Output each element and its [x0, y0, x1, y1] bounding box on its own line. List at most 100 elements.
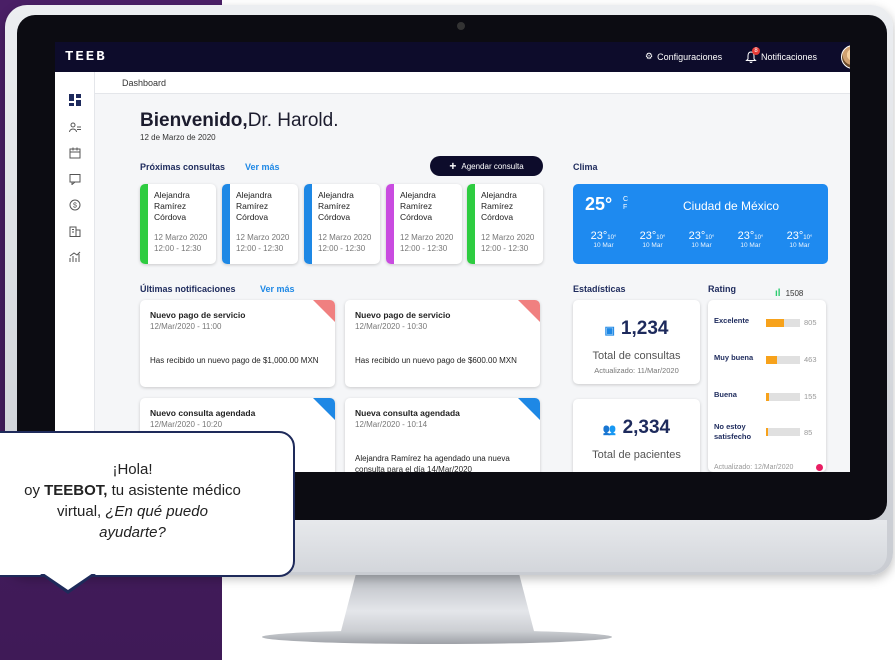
rating-updated: Actualizado: 12/Mar/2020 — [714, 464, 794, 471]
top-navigation-bar: TEEB ⚙ Configuraciones 8 Notificaciones — [55, 42, 850, 72]
appointment-patient-name: Alejandra Ramírez Córdova — [318, 190, 354, 222]
forecast-date: 10 Mar — [593, 242, 614, 249]
bell-icon: 8 — [745, 47, 760, 63]
notification-card[interactable]: Nuevo pago de servicio 12/Mar/2020 - 10:… — [345, 300, 540, 387]
appointments-see-more-link[interactable]: Ver más — [245, 162, 280, 172]
forecast-low: 10° — [705, 235, 715, 241]
forecast-high: 23° — [786, 230, 804, 242]
appointment-datetime: 12 Marzo 2020 12:00 - 12:30 — [236, 232, 289, 254]
rating-card: Excelente 805 Muy buena 463 Buena 155 No… — [708, 300, 826, 472]
chatbot-speech-bubble[interactable]: ¡Hola! oy TEEBOT, tu asistente médico vi… — [0, 431, 295, 577]
bubble-line-3: virtual, ¿En qué puedo — [0, 501, 293, 522]
notification-body: Has recibido un nuevo pago de $1,000.00 … — [150, 356, 319, 365]
appointment-patient-name: Alejandra Ramírez Córdova — [400, 190, 436, 222]
patients-icon[interactable] — [68, 121, 82, 135]
notification-title: Nuevo consulta agendada — [150, 408, 256, 418]
appointment-date: 12 Marzo 2020 — [318, 233, 372, 242]
page-title: Bienvenido,Dr. Harold. — [140, 110, 339, 132]
settings-label: Configuraciones — [657, 51, 723, 62]
settings-button[interactable]: ⚙ Configuraciones — [645, 51, 722, 62]
notifications-see-more-link[interactable]: Ver más — [260, 284, 295, 294]
gear-icon: ⚙ — [645, 51, 654, 61]
notification-body: Has recibido un nuevo pago de $600.00 MX… — [355, 356, 517, 365]
appointment-time: 12:00 - 12:30 — [481, 244, 529, 253]
forecast-low: 10° — [607, 235, 617, 241]
messages-icon[interactable] — [68, 173, 82, 187]
total-patients-card: 👥 2,334 Total de pacientes — [573, 399, 700, 472]
clinic-icon[interactable] — [68, 225, 82, 239]
notification-corner-marker — [313, 300, 335, 322]
appointment-card[interactable]: Alejandra Ramírez Córdova 12 Marzo 2020 1… — [386, 184, 462, 264]
bubble-line-2-prefix: oy — [24, 482, 45, 499]
appointment-card[interactable]: Alejandra Ramírez Córdova 12 Marzo 2020 1… — [304, 184, 380, 264]
dashboard-icon[interactable] — [68, 94, 82, 108]
unit-celsius[interactable]: C — [623, 196, 628, 203]
rating-bar-fill — [766, 393, 770, 401]
bubble-line-3-text: virtual, — [57, 503, 106, 520]
notification-title: Nueva consulta agendada — [355, 408, 460, 418]
appointment-card[interactable]: Alejandra Ramírez Córdova 12 Marzo 2020 1… — [140, 184, 216, 264]
payments-icon[interactable]: $ — [68, 199, 82, 213]
dashboard-screen: TEEB ⚙ Configuraciones 8 Notificaciones — [55, 42, 850, 472]
total-consultations-value-row: ▣ 1,234 — [573, 318, 700, 340]
forecast-date: 10 Mar — [740, 242, 761, 249]
rating-value: 805 — [804, 318, 817, 327]
appointment-time: 12:00 - 12:30 — [154, 244, 202, 253]
avatar[interactable] — [841, 45, 850, 69]
appointment-patient-name: Alejandra Ramírez Córdova — [236, 190, 272, 222]
notification-card[interactable]: Nuevo pago de servicio 12/Mar/2020 - 11:… — [140, 300, 335, 387]
add-appointment-button[interactable]: + Agendar consulta — [430, 156, 543, 176]
forecast-day: 23°10° 10 Mar — [777, 230, 822, 249]
notification-body: Alejandra Ramírez ha agendado una nueva … — [355, 454, 510, 472]
breadcrumb[interactable]: Dashboard — [122, 78, 166, 88]
rating-label: Buena — [714, 390, 737, 399]
total-patients-value-row: 👥 2,334 — [573, 417, 700, 439]
notification-title: Nuevo pago de servicio — [150, 310, 246, 320]
rating-value: 85 — [804, 428, 813, 437]
appointment-time: 12:00 - 12:30 — [400, 244, 448, 253]
notifications-title: Últimas notificaciones — [140, 284, 236, 294]
forecast-day: 23°10° 10 Mar — [728, 230, 773, 249]
notification-title: Nuevo pago de servicio — [355, 310, 451, 320]
appointment-date: 12 Marzo 2020 — [236, 233, 290, 242]
appointment-card[interactable]: Alejandra Ramírez Córdova 12 Marzo 2020 1… — [467, 184, 543, 264]
rating-bar-track — [766, 319, 800, 327]
bubble-question-a: ¿En qué puedo — [105, 503, 208, 520]
welcome-greeting: Bienvenido, — [140, 110, 248, 131]
temperature-unit-toggle[interactable]: CF — [623, 196, 628, 212]
notifications-label: Notificaciones — [761, 52, 818, 62]
appointment-color-bar — [222, 184, 230, 264]
app-logo[interactable]: TEEB — [65, 49, 107, 65]
bubble-line-2: oy TEEBOT, tu asistente médico — [0, 480, 293, 501]
forecast-low: 10° — [656, 235, 666, 241]
appointment-color-bar — [140, 184, 148, 264]
analytics-icon[interactable] — [68, 251, 82, 265]
rating-title: Rating — [708, 284, 736, 294]
notification-card[interactable]: Nueva consulta agendada 12/Mar/2020 - 10… — [345, 398, 540, 472]
appointment-time: 12:00 - 12:30 — [236, 244, 284, 253]
notification-date: 12/Mar/2020 - 10:30 — [355, 322, 428, 331]
calendar-icon[interactable] — [68, 147, 82, 161]
sidebar: $ — [55, 72, 95, 472]
total-consultations-value: 1,234 — [620, 318, 669, 339]
add-appointment-label: Agendar consulta — [461, 161, 524, 171]
clipboard-icon: ▣ — [604, 325, 615, 337]
weather-title: Clima — [573, 162, 598, 172]
notifications-button[interactable]: 8 Notificaciones — [745, 47, 818, 63]
rating-value: 155 — [804, 392, 817, 401]
forecast-low: 10° — [754, 235, 764, 241]
unit-fahrenheit[interactable]: F — [623, 204, 627, 211]
total-consultations-card: ▣ 1,234 Total de consultas Actualizado: 1… — [573, 300, 700, 384]
weather-city: Ciudad de México — [683, 199, 780, 213]
forecast-date: 10 Mar — [642, 242, 663, 249]
appointment-time: 12:00 - 12:30 — [318, 244, 366, 253]
rating-bar-fill — [766, 428, 769, 436]
rating-row: Muy buena 463 — [714, 353, 824, 377]
appointment-color-bar — [467, 184, 475, 264]
appointment-card[interactable]: Alejandra Ramírez Córdova 12 Marzo 2020 1… — [222, 184, 298, 264]
total-patients-label: Total de pacientes — [592, 449, 681, 461]
bar-chart-icon: ıl — [775, 288, 781, 299]
appointment-datetime: 12 Marzo 2020 12:00 - 12:30 — [154, 232, 207, 254]
camera-icon — [457, 22, 465, 30]
appointment-patient-name: Alejandra Ramírez Córdova — [154, 190, 190, 222]
